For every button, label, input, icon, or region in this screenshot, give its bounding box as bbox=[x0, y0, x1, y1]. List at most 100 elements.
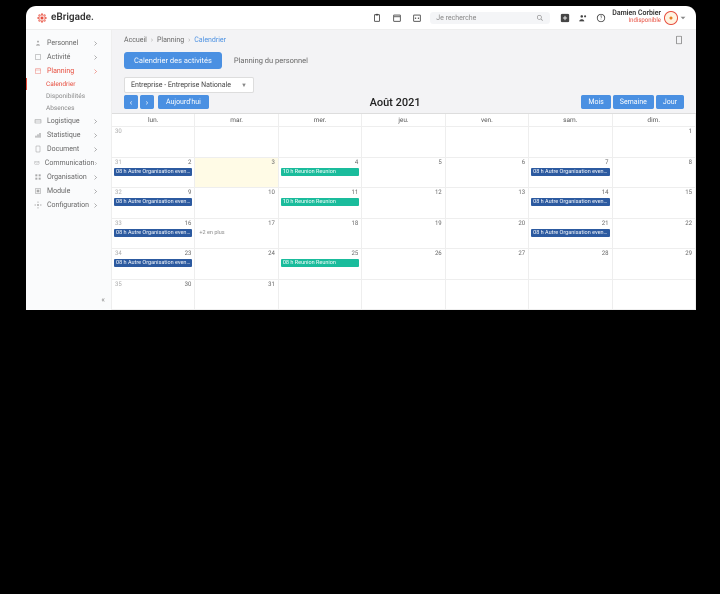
day-cell[interactable] bbox=[279, 127, 362, 158]
day-cell[interactable]: 24 bbox=[195, 249, 278, 280]
nav-document[interactable]: Document bbox=[26, 142, 111, 156]
day-cell[interactable]: 1408 h Autre Organisation evenement 1 bbox=[529, 188, 612, 219]
day-cell[interactable]: 20 bbox=[446, 219, 529, 250]
day-cell[interactable]: 331608 h Autre Organisation evenement 1 bbox=[112, 219, 195, 250]
export-icon[interactable] bbox=[674, 35, 684, 45]
more-events[interactable]: +2 en plus bbox=[197, 229, 275, 237]
nav-organisation[interactable]: Organisation bbox=[26, 170, 111, 184]
day-cell[interactable]: 3530 bbox=[112, 280, 195, 311]
nav-configuration[interactable]: Configuration bbox=[26, 198, 111, 212]
day-cell[interactable]: 6 bbox=[446, 158, 529, 189]
day-cell[interactable] bbox=[279, 280, 362, 311]
day-cell[interactable]: 1 bbox=[613, 127, 696, 158]
day-cell[interactable]: 28 bbox=[529, 249, 612, 280]
chevron-right-icon bbox=[93, 133, 98, 138]
calendar-event[interactable]: 08 h Reunion Reunion bbox=[281, 259, 359, 267]
users-icon[interactable] bbox=[578, 13, 588, 23]
today-button[interactable]: Aujourd'hui bbox=[158, 95, 209, 109]
day-cell[interactable]: 8 bbox=[613, 158, 696, 189]
day-cell[interactable]: 32908 h Autre Organisation evenement 1 bbox=[112, 188, 195, 219]
subnav-calendrier[interactable]: Calendrier bbox=[26, 78, 111, 90]
caret-down-icon[interactable] bbox=[680, 15, 686, 21]
day-number: 30 bbox=[185, 281, 192, 288]
subnav-disponibilités[interactable]: Disponibilités bbox=[46, 90, 111, 102]
calendar-alt-icon[interactable] bbox=[412, 13, 422, 23]
day-cell[interactable] bbox=[613, 280, 696, 311]
day-header-row: lun.mar.mer.jeu.ven.sam.dim. bbox=[112, 114, 696, 127]
calendar-event[interactable]: 08 h Autre Organisation evenement 1 bbox=[114, 168, 192, 176]
day-cell[interactable]: 29 bbox=[613, 249, 696, 280]
day-cell[interactable]: 15 bbox=[613, 188, 696, 219]
day-cell[interactable]: 410 h Reunion Reunion bbox=[279, 158, 362, 189]
search-input[interactable]: Je recherche bbox=[430, 12, 550, 24]
logo[interactable]: eBrigade. bbox=[36, 12, 94, 24]
day-cell[interactable]: 2108 h Autre Organisation evenement 1 bbox=[529, 219, 612, 250]
week-number: 32 bbox=[115, 189, 122, 196]
nav-personnel[interactable]: Personnel bbox=[26, 36, 111, 50]
day-cell[interactable]: 31 bbox=[195, 280, 278, 311]
help-icon[interactable]: ? bbox=[596, 13, 606, 23]
day-cell[interactable]: 26 bbox=[362, 249, 445, 280]
day-header: mar. bbox=[195, 114, 278, 127]
day-cell[interactable]: 3 bbox=[195, 158, 278, 189]
day-cell[interactable] bbox=[446, 127, 529, 158]
view-week[interactable]: Semaine bbox=[613, 95, 654, 109]
tab-staff-planning[interactable]: Planning du personnel bbox=[224, 52, 318, 69]
prev-button[interactable]: ‹ bbox=[124, 95, 138, 109]
chevron-right-icon bbox=[93, 147, 98, 152]
nav-logistique[interactable]: Logistique bbox=[26, 114, 111, 128]
calendar-event[interactable]: 10 h Reunion Reunion bbox=[281, 198, 359, 206]
nav-statistique[interactable]: Statistique bbox=[26, 128, 111, 142]
user-block[interactable]: Damien Corbier Indisponible bbox=[612, 10, 661, 24]
nav-activité[interactable]: Activité bbox=[26, 50, 111, 64]
calendar-event[interactable]: 10 h Reunion Reunion bbox=[281, 168, 359, 176]
subnav-absences[interactable]: Absences bbox=[46, 102, 111, 114]
day-cell[interactable]: 12 bbox=[362, 188, 445, 219]
view-day[interactable]: Jour bbox=[656, 95, 684, 109]
day-cell[interactable]: 2508 h Reunion Reunion bbox=[279, 249, 362, 280]
org-dropdown[interactable]: Entreprise - Entreprise Nationale ▼ bbox=[124, 77, 254, 93]
nav-communication[interactable]: Communication bbox=[26, 156, 111, 170]
day-cell[interactable]: 13 bbox=[446, 188, 529, 219]
nav-module[interactable]: Module bbox=[26, 184, 111, 198]
day-cell[interactable]: 30 bbox=[112, 127, 195, 158]
calendar-event[interactable]: 08 h Autre Organisation evenement 1 bbox=[531, 168, 609, 176]
crumb-home[interactable]: Accueil bbox=[124, 36, 147, 44]
add-icon[interactable] bbox=[560, 13, 570, 23]
calendar-event[interactable]: 08 h Autre Organisation evenement 1 bbox=[114, 229, 192, 237]
calendar-event[interactable]: 08 h Autre Organisation evenement 1 bbox=[114, 259, 192, 267]
day-number: 16 bbox=[185, 220, 192, 227]
day-cell[interactable] bbox=[362, 127, 445, 158]
day-cell[interactable]: 31208 h Autre Organisation evenement 1 bbox=[112, 158, 195, 189]
day-cell[interactable]: 1110 h Reunion Reunion bbox=[279, 188, 362, 219]
day-cell[interactable]: 17+2 en plus bbox=[195, 219, 278, 250]
day-cell[interactable]: 10 bbox=[195, 188, 278, 219]
calendar-event[interactable]: 08 h Autre Organisation evenement 1 bbox=[114, 198, 192, 206]
avatar[interactable]: ● bbox=[664, 11, 678, 25]
day-cell[interactable]: 5 bbox=[362, 158, 445, 189]
day-cell[interactable]: 18 bbox=[279, 219, 362, 250]
crumb-planning[interactable]: Planning bbox=[157, 36, 184, 44]
topbar-right-icons: ? bbox=[560, 13, 606, 23]
sidebar-collapse[interactable]: « bbox=[101, 295, 105, 304]
day-cell[interactable]: 19 bbox=[362, 219, 445, 250]
calendar-event[interactable]: 08 h Autre Organisation evenement 1 bbox=[531, 198, 609, 206]
calendar-icon[interactable] bbox=[392, 13, 402, 23]
day-cell[interactable]: 342308 h Autre Organisation evenement 1 bbox=[112, 249, 195, 280]
view-month[interactable]: Mois bbox=[581, 95, 610, 109]
calendar-event[interactable]: 08 h Autre Organisation evenement 1 bbox=[531, 229, 609, 237]
day-header: lun. bbox=[112, 114, 195, 127]
next-button[interactable]: › bbox=[140, 95, 154, 109]
day-cell[interactable] bbox=[362, 280, 445, 311]
clipboard-icon[interactable] bbox=[372, 13, 382, 23]
tab-calendar-activities[interactable]: Calendrier des activités bbox=[124, 52, 222, 69]
day-cell[interactable]: 27 bbox=[446, 249, 529, 280]
day-cell[interactable] bbox=[195, 127, 278, 158]
day-cell[interactable] bbox=[529, 127, 612, 158]
nav-planning[interactable]: Planning bbox=[26, 64, 111, 78]
day-number: 7 bbox=[605, 159, 608, 166]
day-cell[interactable] bbox=[446, 280, 529, 311]
day-cell[interactable]: 7 08 h Autre Organisation evenement 1 bbox=[529, 158, 612, 189]
day-cell[interactable]: 22 bbox=[613, 219, 696, 250]
day-cell[interactable] bbox=[529, 280, 612, 311]
